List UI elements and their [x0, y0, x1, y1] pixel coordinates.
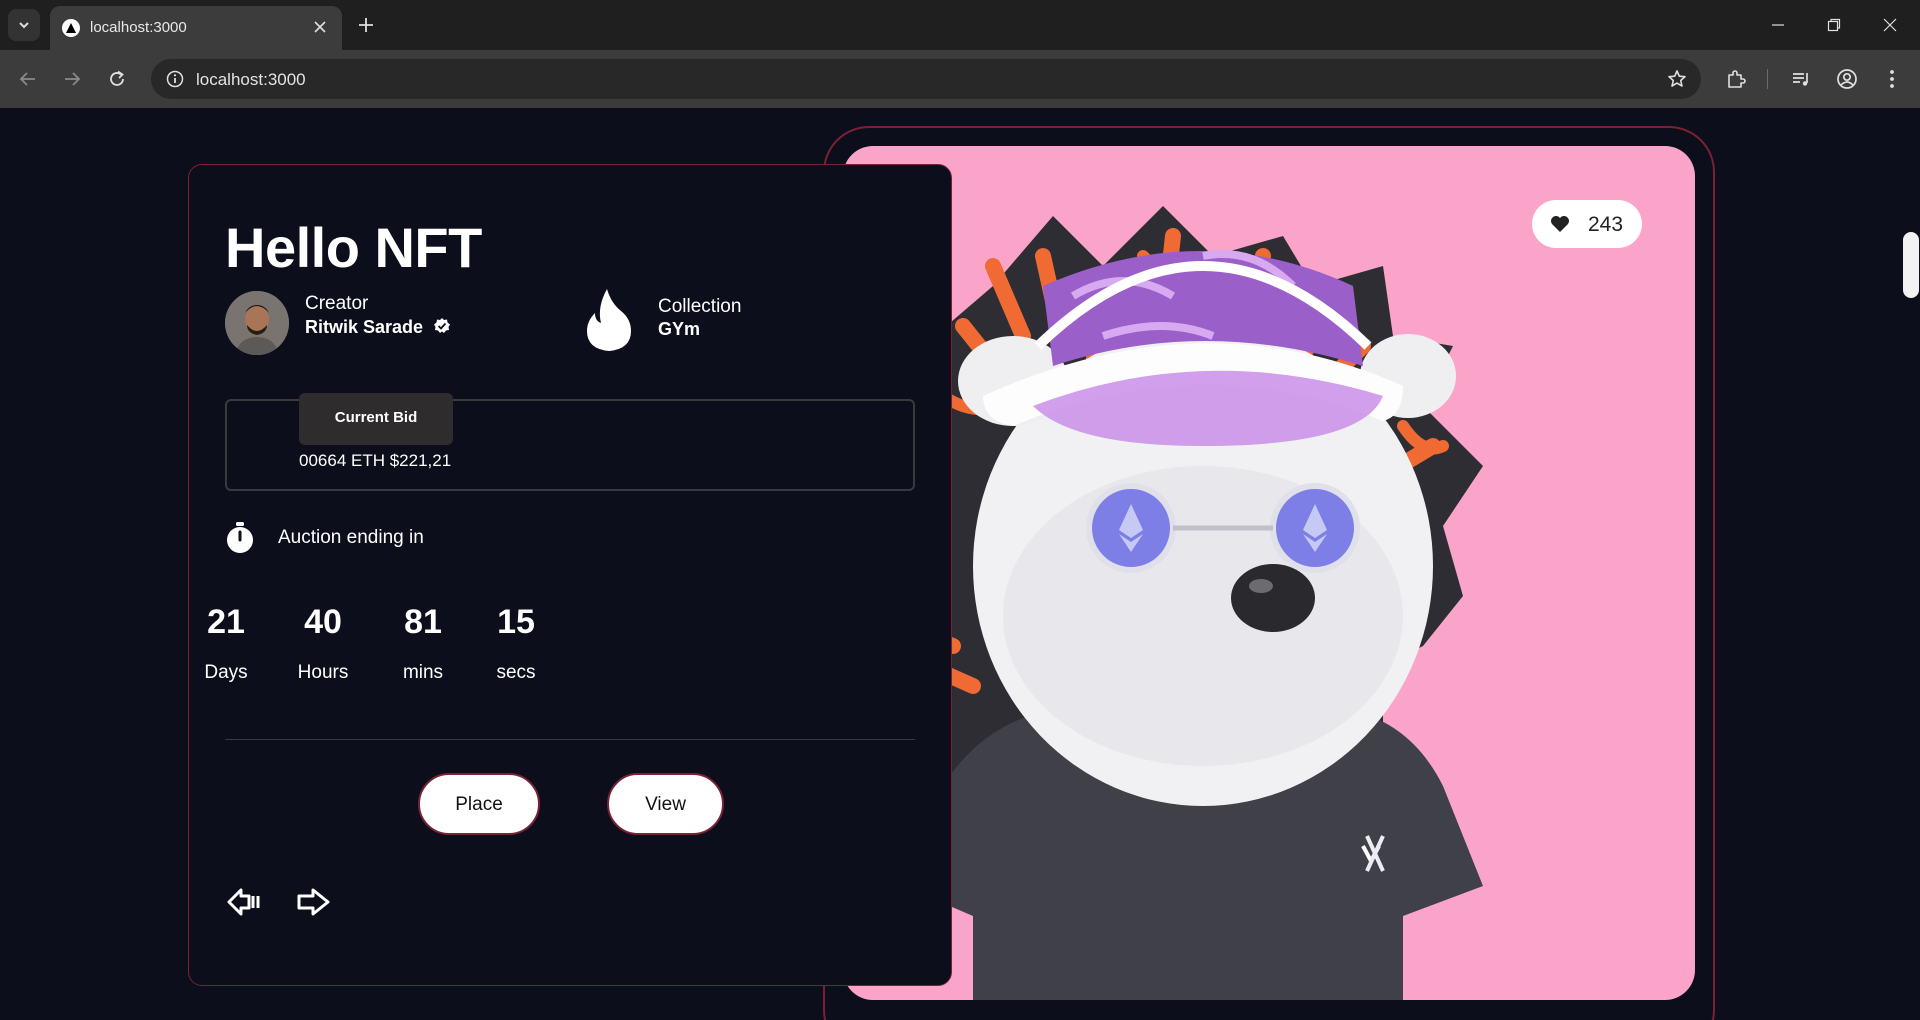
arrow-right-icon[interactable]	[297, 887, 331, 917]
browser-toolbar: localhost:3000	[0, 50, 1920, 108]
countdown-secs-value: 15	[497, 603, 535, 641]
browser-tabbar: localhost:3000	[0, 0, 1920, 50]
site-info-icon[interactable]	[161, 65, 189, 93]
collection-name[interactable]: GYm	[658, 319, 700, 340]
close-window-button[interactable]	[1862, 0, 1918, 50]
scrollbar-thumb[interactable]	[1903, 232, 1919, 298]
restore-icon	[1827, 18, 1841, 32]
like-button[interactable]: 243	[1532, 200, 1642, 248]
back-button[interactable]	[12, 63, 44, 95]
menu-kebab-icon[interactable]	[1876, 63, 1908, 95]
bookmark-star-icon[interactable]	[1663, 65, 1691, 93]
chevron-down-icon	[19, 22, 29, 29]
minimize-icon	[1772, 24, 1784, 26]
stopwatch-icon	[227, 522, 253, 553]
forward-button[interactable]	[56, 63, 88, 95]
collection-label: Collection	[658, 296, 742, 317]
verified-badge-icon	[434, 318, 450, 333]
arrow-right-icon	[65, 72, 81, 86]
countdown-mins-value: 81	[404, 603, 442, 641]
countdown-hours-value: 40	[304, 603, 342, 641]
view-button[interactable]: View	[607, 773, 724, 835]
countdown-days-unit: Days	[204, 662, 248, 683]
browser-tab[interactable]: localhost:3000	[50, 6, 342, 50]
countdown-secs-unit: secs	[496, 662, 536, 683]
flame-icon	[587, 289, 631, 351]
bear-character-illustration	[853, 206, 1483, 1000]
auction-ending-label: Auction ending in	[278, 527, 424, 548]
like-count: 243	[1588, 213, 1624, 236]
page-viewport: 243 Hello NFT Creator Ritwik Sarade Coll…	[0, 108, 1920, 1020]
media-controls-icon[interactable]	[1785, 63, 1817, 95]
countdown-mins-unit: mins	[402, 662, 444, 683]
extensions-puzzle-icon[interactable]	[1720, 63, 1752, 95]
divider	[225, 739, 915, 740]
favicon-icon	[62, 19, 80, 37]
current-bid-tab: Current Bid	[299, 393, 453, 445]
tab-title: localhost:3000	[90, 19, 187, 36]
close-tab-icon[interactable]	[310, 17, 330, 37]
place-bid-button[interactable]: Place	[418, 773, 540, 835]
plus-icon	[359, 18, 373, 32]
creator-name[interactable]: Ritwik Sarade	[305, 317, 423, 338]
reload-icon	[110, 70, 124, 86]
nft-title: Hello NFT	[225, 216, 482, 279]
heart-icon	[1551, 216, 1569, 232]
profile-icon[interactable]	[1831, 63, 1863, 95]
current-bid-value: 00664 ETH $221,21	[299, 451, 452, 470]
url-text: localhost:3000	[196, 70, 306, 89]
creator-label: Creator	[305, 293, 369, 314]
current-bid-label: Current Bid	[334, 409, 418, 426]
creator-avatar[interactable]	[225, 291, 289, 355]
nft-image	[843, 146, 1695, 1000]
toolbar-separator	[1767, 69, 1768, 89]
tab-search-button[interactable]	[8, 9, 40, 41]
arrow-left-icon[interactable]	[227, 887, 261, 917]
reload-button[interactable]	[101, 63, 133, 95]
countdown-hours-unit: Hours	[297, 662, 349, 683]
address-bar[interactable]: localhost:3000	[151, 59, 1701, 99]
arrow-left-icon	[19, 72, 35, 86]
nft-detail-card: Hello NFT Creator Ritwik Sarade Collecti…	[188, 164, 952, 986]
restore-button[interactable]	[1806, 0, 1862, 50]
countdown-days-value: 21	[207, 603, 245, 641]
new-tab-button[interactable]	[352, 11, 380, 39]
close-icon	[1883, 18, 1897, 32]
minimize-button[interactable]	[1750, 0, 1806, 50]
